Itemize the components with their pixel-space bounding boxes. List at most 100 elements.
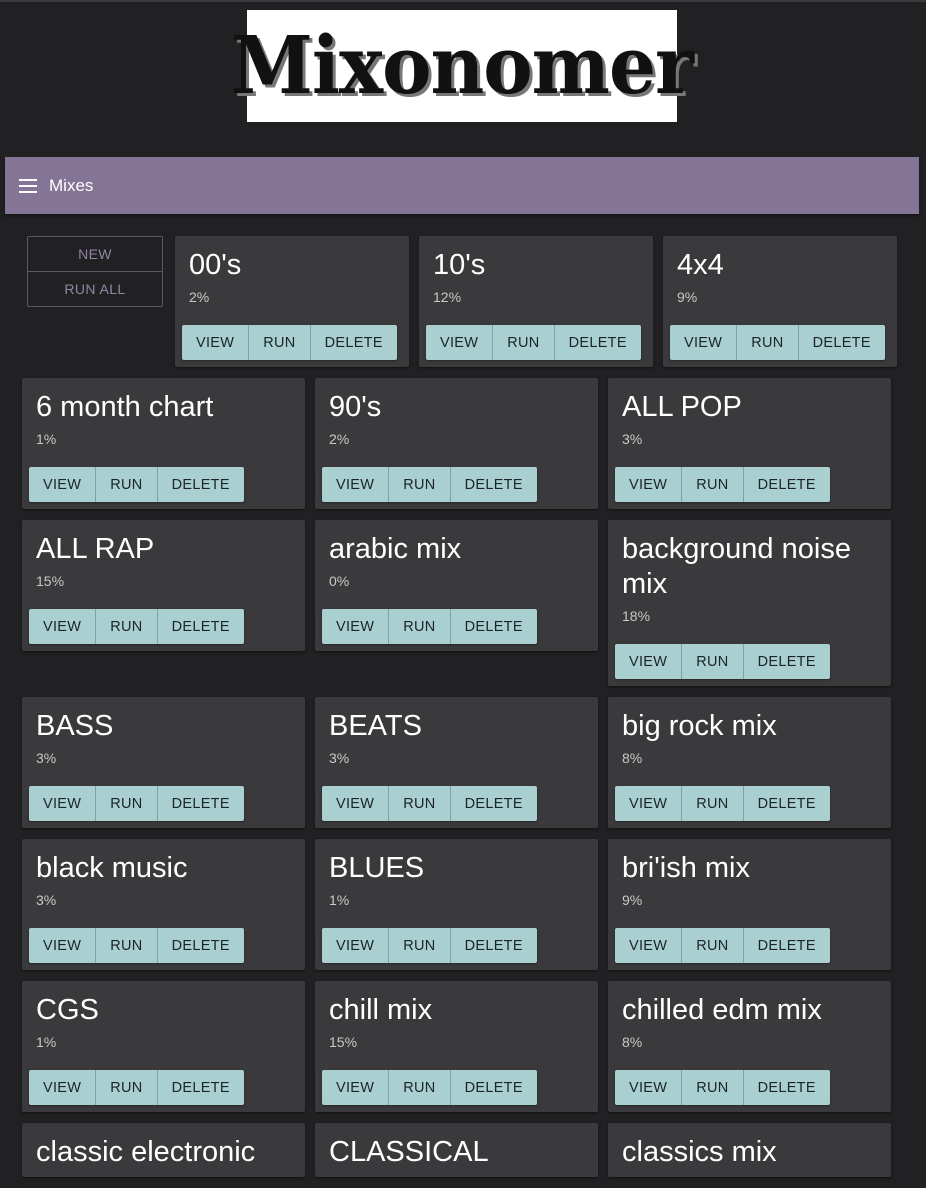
delete-button[interactable]: DELETE bbox=[449, 467, 537, 502]
page-title: Mixes bbox=[49, 175, 94, 195]
run-button[interactable]: RUN bbox=[95, 1070, 156, 1105]
mix-name[interactable]: BEATS bbox=[322, 709, 591, 744]
delete-button[interactable]: DELETE bbox=[156, 786, 244, 821]
delete-button[interactable]: DELETE bbox=[449, 1070, 537, 1105]
run-button[interactable]: RUN bbox=[95, 609, 156, 644]
run-button[interactable]: RUN bbox=[95, 928, 156, 963]
logo-text: Mixonomer bbox=[230, 19, 694, 113]
delete-button[interactable]: DELETE bbox=[156, 928, 244, 963]
menu-icon[interactable] bbox=[19, 178, 37, 193]
delete-button[interactable]: DELETE bbox=[742, 467, 830, 502]
mix-name[interactable]: chilled edm mix bbox=[615, 993, 884, 1028]
run-button[interactable]: RUN bbox=[388, 928, 449, 963]
mix-name[interactable]: ALL RAP bbox=[29, 532, 298, 567]
delete-button[interactable]: DELETE bbox=[156, 609, 244, 644]
run-button[interactable]: RUN bbox=[681, 786, 742, 821]
run-button[interactable]: RUN bbox=[388, 609, 449, 644]
run-button[interactable]: RUN bbox=[681, 644, 742, 679]
mix-name[interactable]: CGS bbox=[29, 993, 298, 1028]
delete-button[interactable]: DELETE bbox=[742, 644, 830, 679]
run-button[interactable]: RUN bbox=[736, 325, 797, 360]
mix-actions: VIEW RUN DELETE bbox=[322, 467, 537, 502]
run-all-button[interactable]: RUN ALL bbox=[28, 271, 162, 306]
delete-button[interactable]: DELETE bbox=[797, 325, 885, 360]
mix-name[interactable]: bri'ish mix bbox=[615, 851, 884, 886]
delete-button[interactable]: DELETE bbox=[742, 786, 830, 821]
mix-actions: VIEW RUN DELETE bbox=[29, 467, 244, 502]
mix-name[interactable]: 4x4 bbox=[670, 248, 890, 283]
mix-name[interactable]: big rock mix bbox=[615, 709, 884, 744]
mix-card: CLASSICAL bbox=[315, 1123, 598, 1177]
view-button[interactable]: VIEW bbox=[29, 928, 95, 963]
mix-actions: VIEW RUN DELETE bbox=[615, 1070, 830, 1105]
delete-button[interactable]: DELETE bbox=[156, 1070, 244, 1105]
run-button[interactable]: RUN bbox=[95, 467, 156, 502]
mix-card: 6 month chart 1% VIEW RUN DELETE bbox=[22, 378, 305, 509]
view-button[interactable]: VIEW bbox=[615, 644, 681, 679]
mix-row: classic electronic CLASSICAL classics mi… bbox=[22, 1123, 902, 1177]
mix-name[interactable]: chill mix bbox=[322, 993, 591, 1028]
delete-button[interactable]: DELETE bbox=[449, 928, 537, 963]
delete-button[interactable]: DELETE bbox=[156, 467, 244, 502]
delete-button[interactable]: DELETE bbox=[742, 928, 830, 963]
mix-name[interactable]: arabic mix bbox=[322, 532, 591, 567]
new-mix-button[interactable]: NEW bbox=[28, 237, 162, 271]
delete-button[interactable]: DELETE bbox=[742, 1070, 830, 1105]
mix-name[interactable]: ALL POP bbox=[615, 390, 884, 425]
mix-actions: VIEW RUN DELETE bbox=[322, 609, 537, 644]
run-button[interactable]: RUN bbox=[388, 467, 449, 502]
delete-button[interactable]: DELETE bbox=[309, 325, 397, 360]
view-button[interactable]: VIEW bbox=[615, 467, 681, 502]
logo: Mixonomer bbox=[231, 10, 694, 122]
mix-name[interactable]: BASS bbox=[29, 709, 298, 744]
view-button[interactable]: VIEW bbox=[322, 467, 388, 502]
mix-name[interactable]: 90's bbox=[322, 390, 591, 425]
mix-percentage: 15% bbox=[36, 573, 65, 589]
mix-name[interactable]: background noise mix bbox=[615, 532, 884, 602]
mix-percentage: 1% bbox=[36, 1034, 57, 1050]
mix-percentage: 2% bbox=[189, 289, 210, 305]
view-button[interactable]: VIEW bbox=[426, 325, 492, 360]
view-button[interactable]: VIEW bbox=[29, 786, 95, 821]
mix-name[interactable]: CLASSICAL bbox=[322, 1135, 591, 1170]
delete-button[interactable]: DELETE bbox=[449, 786, 537, 821]
view-button[interactable]: VIEW bbox=[322, 1070, 388, 1105]
window-top-border bbox=[0, 0, 926, 2]
mix-percentage: 3% bbox=[36, 892, 57, 908]
view-button[interactable]: VIEW bbox=[615, 1070, 681, 1105]
run-button[interactable]: RUN bbox=[681, 1070, 742, 1105]
run-button[interactable]: RUN bbox=[681, 928, 742, 963]
mix-actions: VIEW RUN DELETE bbox=[615, 786, 830, 821]
run-button[interactable]: RUN bbox=[492, 325, 553, 360]
view-button[interactable]: VIEW bbox=[182, 325, 248, 360]
mix-name[interactable]: 00's bbox=[182, 248, 402, 283]
mix-name[interactable]: 10's bbox=[426, 248, 646, 283]
mix-percentage: 18% bbox=[622, 608, 651, 624]
mix-card: bri'ish mix 9% VIEW RUN DELETE bbox=[608, 839, 891, 970]
view-button[interactable]: VIEW bbox=[29, 1070, 95, 1105]
delete-button[interactable]: DELETE bbox=[553, 325, 641, 360]
view-button[interactable]: VIEW bbox=[29, 467, 95, 502]
delete-button[interactable]: DELETE bbox=[449, 609, 537, 644]
view-button[interactable]: VIEW bbox=[29, 609, 95, 644]
run-button[interactable]: RUN bbox=[388, 786, 449, 821]
view-button[interactable]: VIEW bbox=[615, 786, 681, 821]
mix-card: ALL RAP 15% VIEW RUN DELETE bbox=[22, 520, 305, 651]
mix-name[interactable]: classic electronic bbox=[29, 1135, 298, 1170]
mix-card: 4x4 9% VIEW RUN DELETE bbox=[663, 236, 897, 367]
run-button[interactable]: RUN bbox=[248, 325, 309, 360]
view-button[interactable]: VIEW bbox=[322, 928, 388, 963]
run-button[interactable]: RUN bbox=[95, 786, 156, 821]
view-button[interactable]: VIEW bbox=[322, 786, 388, 821]
run-button[interactable]: RUN bbox=[388, 1070, 449, 1105]
run-button[interactable]: RUN bbox=[681, 467, 742, 502]
mix-card: big rock mix 8% VIEW RUN DELETE bbox=[608, 697, 891, 828]
mix-name[interactable]: black music bbox=[29, 851, 298, 886]
mix-percentage: 12% bbox=[433, 289, 462, 305]
view-button[interactable]: VIEW bbox=[615, 928, 681, 963]
view-button[interactable]: VIEW bbox=[322, 609, 388, 644]
mix-name[interactable]: BLUES bbox=[322, 851, 591, 886]
mix-name[interactable]: 6 month chart bbox=[29, 390, 298, 425]
mix-name[interactable]: classics mix bbox=[615, 1135, 884, 1170]
view-button[interactable]: VIEW bbox=[670, 325, 736, 360]
